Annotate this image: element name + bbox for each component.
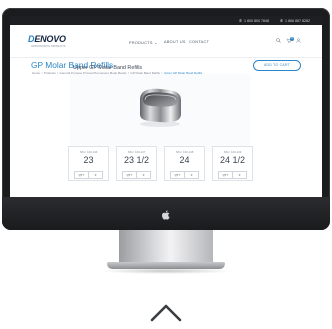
size-card: SKU: 160-149 24 1/2 QTY 0 (212, 146, 253, 181)
nav-products[interactable]: PRODUCTS ⌄ (129, 40, 158, 45)
size-value: 24 1/2 (219, 155, 246, 165)
quantity-input[interactable]: 0 (88, 171, 103, 179)
nav-about-us[interactable]: ABOUT US (164, 40, 186, 44)
chevron-up-icon[interactable] (148, 300, 184, 324)
phone-number-2[interactable]: ✆ 1 866 867 8282 (280, 19, 310, 23)
size-card: SKU: 160-147 23 1/2 QTY 0 (116, 146, 157, 181)
apple-logo-icon (160, 209, 172, 221)
nav-contact[interactable]: CONTACT (189, 40, 209, 44)
search-icon[interactable] (276, 38, 281, 45)
sku-label: SKU: 160-146 (79, 150, 98, 154)
qty-label: QTY (122, 171, 137, 179)
qty-label: QTY (170, 171, 185, 179)
quantity-input[interactable]: 0 (232, 171, 247, 179)
user-icon[interactable] (296, 38, 301, 45)
quantity-input[interactable]: 0 (184, 171, 199, 179)
sku-label: SKU: 160-149 (223, 150, 242, 154)
qty-label: QTY (74, 171, 89, 179)
brand-logo[interactable]: DENOVO (28, 34, 66, 44)
phone-icon: ✆ (239, 18, 243, 23)
size-value: 23 1/2 (123, 155, 150, 165)
breadcrumb-home[interactable]: Home (32, 71, 40, 75)
logo-text: ENOVO (34, 34, 66, 44)
sku-label: SKU: 160-148 (175, 150, 194, 154)
size-cards: SKU: 160-146 23 QTY 0 SKU: 160-147 23 1/… (68, 146, 253, 181)
phone-number-1[interactable]: ✆ 1 800 800 7848 (239, 19, 269, 23)
quantity-input[interactable]: 0 (136, 171, 151, 179)
nav-products-label: PRODUCTS (129, 41, 153, 45)
phone-icon: ✆ (280, 18, 284, 23)
molar-band-image (131, 78, 189, 136)
stand-shadow (100, 268, 232, 274)
sku-label: SKU: 160-147 (127, 150, 146, 154)
size-card: SKU: 160-146 23 QTY 0 (68, 146, 109, 181)
size-value: 24 (179, 155, 190, 165)
size-card: SKU: 160-148 24 QTY 0 (164, 146, 205, 181)
breadcrumb-products[interactable]: Products (44, 71, 56, 75)
monitor-stand-neck (119, 230, 213, 264)
add-to-cart-button[interactable]: ADD TO CART (253, 60, 301, 71)
top-contact-bar: ✆ 1 800 800 7848 ✆ 1 866 867 8282 (10, 16, 322, 25)
phone-number-2-text: 1 866 867 8282 (285, 18, 310, 23)
logo-tagline: ORTHODONTIC PRODUCTS (31, 45, 66, 48)
section-title: Upper GP Molar Band Refills (73, 65, 143, 71)
size-value: 23 (83, 155, 94, 165)
site-header: DENOVO ORTHODONTIC PRODUCTS PRODUCTS ⌄ A… (10, 25, 322, 58)
chevron-down-icon: ⌄ (154, 41, 158, 45)
qty-label: QTY (218, 171, 233, 179)
phone-number-1-text: 1 800 800 7848 (244, 18, 269, 23)
cart-count-badge: 0 (290, 37, 294, 41)
